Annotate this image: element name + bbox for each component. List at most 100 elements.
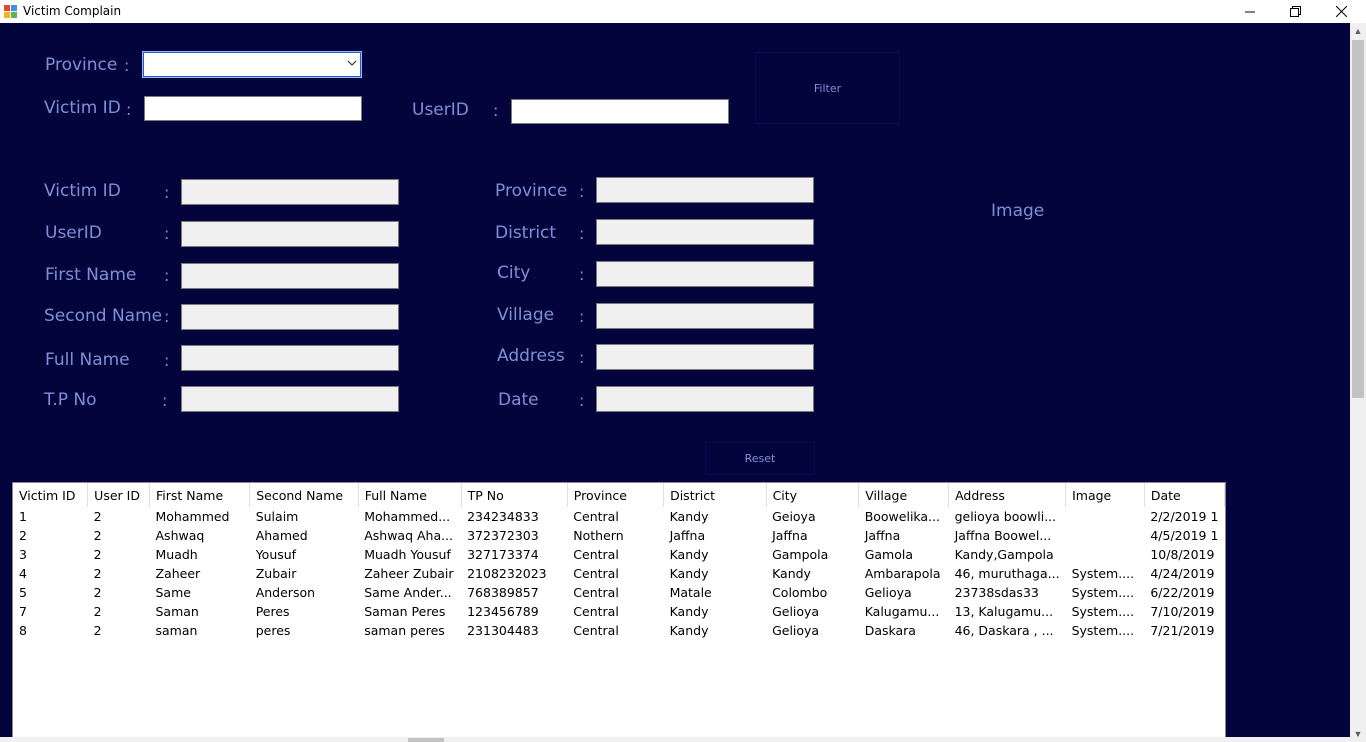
column-header-user-id[interactable]: User ID xyxy=(87,483,150,507)
table-cell[interactable]: Mohammed... xyxy=(358,507,461,526)
column-header-district[interactable]: District xyxy=(663,483,767,507)
table-cell[interactable]: Ashwaq Aha... xyxy=(358,526,461,545)
table-cell[interactable]: Kalugamu... xyxy=(859,602,949,621)
column-header-victim-id[interactable]: Victim ID xyxy=(13,483,89,507)
table-cell[interactable]: 372372303 xyxy=(461,526,567,545)
table-cell[interactable]: Jaffna xyxy=(664,526,766,545)
close-button[interactable] xyxy=(1318,0,1364,23)
table-cell[interactable]: System.... xyxy=(1066,583,1145,602)
user-id-field[interactable] xyxy=(181,221,399,247)
table-cell[interactable]: 8 xyxy=(13,621,88,640)
table-cell[interactable]: 2 xyxy=(13,526,88,545)
table-cell[interactable]: Colombo xyxy=(766,583,859,602)
table-cell[interactable]: Ahamed xyxy=(250,526,359,545)
table-cell[interactable]: Mohammed xyxy=(150,507,250,526)
table-cell[interactable]: gelioya boowli... xyxy=(949,507,1066,526)
table-cell[interactable]: 5 xyxy=(13,583,88,602)
column-header-village[interactable]: Village xyxy=(858,483,950,507)
table-row[interactable]: 3 2 Muadh Yousuf Muadh Yousuf 327173374 Centra… xyxy=(13,545,1225,564)
vertical-scrollbar[interactable]: ▲ ▼ xyxy=(1350,23,1366,742)
victims-data-grid[interactable]: Victim ID User ID First Name Second Name… xyxy=(12,482,1226,742)
table-cell[interactable]: Ambarapola xyxy=(859,564,949,583)
table-cell[interactable]: Peres xyxy=(250,602,359,621)
table-cell[interactable]: 46, Daskara , ... xyxy=(949,621,1066,640)
table-cell[interactable]: Kandy xyxy=(664,621,766,640)
column-header-second-name[interactable]: Second Name xyxy=(249,483,359,507)
table-cell[interactable]: Gampola xyxy=(766,545,859,564)
table-cell[interactable]: Nothern xyxy=(567,526,663,545)
table-cell[interactable]: Central xyxy=(567,621,663,640)
vertical-scroll-thumb[interactable] xyxy=(1352,40,1364,398)
table-cell[interactable]: Kandy xyxy=(664,545,766,564)
table-cell[interactable]: Kandy xyxy=(766,564,859,583)
table-cell[interactable]: Muadh Yousuf xyxy=(358,545,461,564)
table-cell[interactable]: System.... xyxy=(1066,602,1145,621)
table-row[interactable]: 1 2 Mohammed Sulaim Mohammed... 234234833 Cent… xyxy=(13,507,1225,526)
full-name-field[interactable] xyxy=(181,345,399,371)
table-cell[interactable]: saman xyxy=(150,621,250,640)
table-cell[interactable]: 231304483 xyxy=(461,621,567,640)
table-cell[interactable]: 10/8/2019 xyxy=(1144,545,1224,564)
table-cell[interactable]: Central xyxy=(567,602,663,621)
table-cell[interactable]: 2 xyxy=(88,545,150,564)
table-cell[interactable]: Ashwaq xyxy=(150,526,250,545)
second-name-field[interactable] xyxy=(181,304,399,330)
table-cell[interactable]: 2 xyxy=(88,564,150,583)
table-cell[interactable]: 2 xyxy=(88,583,150,602)
table-cell[interactable]: Zaheer xyxy=(150,564,250,583)
table-cell[interactable]: 23738sdas33 xyxy=(949,583,1066,602)
column-header-image[interactable]: Image xyxy=(1065,483,1145,507)
table-cell[interactable]: 6/22/2019 xyxy=(1144,583,1224,602)
table-row[interactable]: 7 2 Saman Peres Saman Peres 123456789 Central K… xyxy=(13,602,1225,621)
table-cell[interactable]: 327173374 xyxy=(461,545,567,564)
column-header-city[interactable]: City xyxy=(766,483,860,507)
table-cell[interactable]: Central xyxy=(567,507,663,526)
table-cell[interactable]: Saman Peres xyxy=(358,602,461,621)
table-cell[interactable]: Same Ander... xyxy=(358,583,461,602)
table-cell[interactable]: 2 xyxy=(88,621,150,640)
column-header-province[interactable]: Province xyxy=(567,483,665,507)
table-cell[interactable]: 768389857 xyxy=(461,583,567,602)
table-cell[interactable]: Anderson xyxy=(250,583,359,602)
table-cell[interactable]: System.... xyxy=(1066,621,1145,640)
table-cell[interactable]: Gelioya xyxy=(766,602,859,621)
table-cell[interactable]: Central xyxy=(567,545,663,564)
table-cell[interactable]: 2 xyxy=(88,602,150,621)
table-cell[interactable]: Zubair xyxy=(250,564,359,583)
table-cell[interactable]: 7 xyxy=(13,602,88,621)
table-cell[interactable]: 7/10/2019 xyxy=(1144,602,1224,621)
table-cell[interactable]: Sulaim xyxy=(250,507,359,526)
table-row[interactable]: 5 2 Same Anderson Same Ander... 768389857 Cent… xyxy=(13,583,1225,602)
province-select[interactable] xyxy=(142,51,362,78)
table-cell[interactable]: Central xyxy=(567,583,663,602)
filter-user-id-input[interactable] xyxy=(511,99,729,124)
date-field[interactable] xyxy=(596,386,814,412)
column-header-full-name[interactable]: Full Name xyxy=(358,483,462,507)
table-cell[interactable]: 234234833 xyxy=(461,507,567,526)
table-cell[interactable]: Kandy xyxy=(664,507,766,526)
table-row[interactable]: 8 2 saman peres saman peres 231304483 Central K… xyxy=(13,621,1225,640)
victim-id-field[interactable] xyxy=(181,179,399,205)
table-cell[interactable] xyxy=(1066,526,1145,545)
table-cell[interactable]: Geioya xyxy=(766,507,859,526)
table-cell[interactable]: Jaffna xyxy=(766,526,859,545)
table-row[interactable]: 4 2 Zaheer Zubair Zaheer Zubair 2108232023 Cen… xyxy=(13,564,1225,583)
table-cell[interactable]: Jaffna Boowel... xyxy=(949,526,1066,545)
reset-button[interactable]: Reset xyxy=(705,442,815,475)
table-cell[interactable]: 2 xyxy=(88,507,150,526)
table-cell[interactable]: Jaffna xyxy=(859,526,949,545)
table-cell[interactable]: Gelioya xyxy=(859,583,949,602)
table-cell[interactable]: Daskara xyxy=(859,621,949,640)
table-cell[interactable]: Kandy,Gampola xyxy=(949,545,1066,564)
table-cell[interactable]: Gamola xyxy=(859,545,949,564)
scroll-up-icon[interactable]: ▲ xyxy=(1350,23,1366,39)
table-cell[interactable]: Kandy xyxy=(664,564,766,583)
horizontal-scrollbar[interactable] xyxy=(0,737,1350,742)
filter-button[interactable]: Filter xyxy=(755,52,900,124)
table-cell[interactable]: peres xyxy=(250,621,359,640)
column-header-tp-no[interactable]: TP No xyxy=(461,483,568,507)
table-cell[interactable] xyxy=(1066,545,1145,564)
table-cell[interactable]: 2/2/2019 1 xyxy=(1144,507,1224,526)
table-cell[interactable]: 1 xyxy=(13,507,88,526)
table-cell[interactable]: 7/21/2019 xyxy=(1144,621,1224,640)
